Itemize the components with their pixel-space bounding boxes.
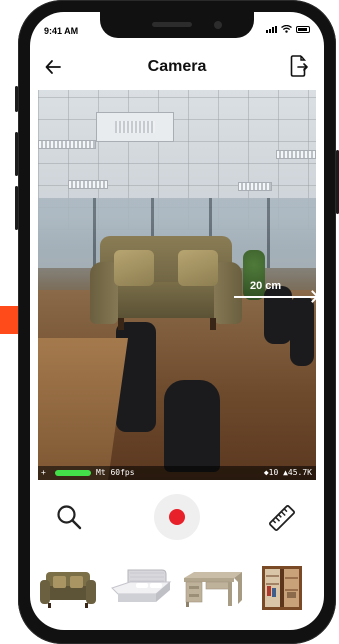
- office-chair: [264, 286, 292, 344]
- volume-up-button: [15, 132, 18, 176]
- app-screen: 9:41 AM Camera 20 cm + Mt 60fps ◆10 ▲45.…: [30, 12, 324, 630]
- wifi-icon: [281, 25, 292, 33]
- page-title: Camera: [147, 58, 207, 75]
- ceiling-light: [68, 180, 108, 189]
- ar-debug-hud: + Mt 60fps ◆10 ▲45.7K: [38, 466, 316, 480]
- ar-placed-sofa[interactable]: [90, 236, 242, 336]
- top-bar: Camera: [30, 52, 324, 82]
- sofa-cushion: [178, 250, 218, 286]
- hud-stats: ◆10 ▲45.7K: [263, 468, 312, 477]
- ceiling-light: [238, 182, 272, 191]
- catalog-item-sofa[interactable]: [40, 566, 96, 610]
- search-icon[interactable]: [56, 504, 82, 530]
- front-camera: [214, 21, 222, 29]
- file-export-icon[interactable]: [290, 55, 308, 77]
- status-time: 9:41 AM: [44, 26, 79, 36]
- measurement-label: 20 cm: [250, 280, 282, 292]
- volume-down-button: [15, 186, 18, 230]
- office-chair: [164, 380, 220, 472]
- ruler-icon[interactable]: [268, 504, 296, 532]
- sofa-cushion: [114, 250, 154, 286]
- hud-plus: +: [41, 468, 46, 477]
- cellular-signal-icon: [266, 26, 277, 33]
- catalog-item-wardrobe[interactable]: [260, 566, 304, 610]
- office-chair: [290, 296, 314, 366]
- battery-icon: [296, 26, 310, 33]
- hud-fps: Mt 60fps: [96, 468, 135, 477]
- office-plant: [243, 250, 265, 300]
- record-button[interactable]: [154, 494, 200, 540]
- hud-performance-bar: [55, 470, 91, 476]
- ceiling-light: [276, 150, 316, 159]
- mute-switch: [15, 86, 18, 112]
- ceiling-light: [38, 140, 96, 149]
- catalog-item-desk[interactable]: [182, 566, 244, 610]
- measurement-line[interactable]: [234, 296, 316, 298]
- bottom-toolbar: [30, 490, 324, 546]
- status-icons: [266, 25, 310, 33]
- notch: [100, 12, 254, 38]
- ar-camera-view[interactable]: 20 cm + Mt 60fps ◆10 ▲45.7K: [38, 90, 316, 480]
- speaker: [152, 22, 192, 27]
- catalog-item-bed[interactable]: [108, 566, 174, 610]
- ceiling-ac-unit: [96, 112, 174, 142]
- furniture-catalog: [30, 562, 324, 616]
